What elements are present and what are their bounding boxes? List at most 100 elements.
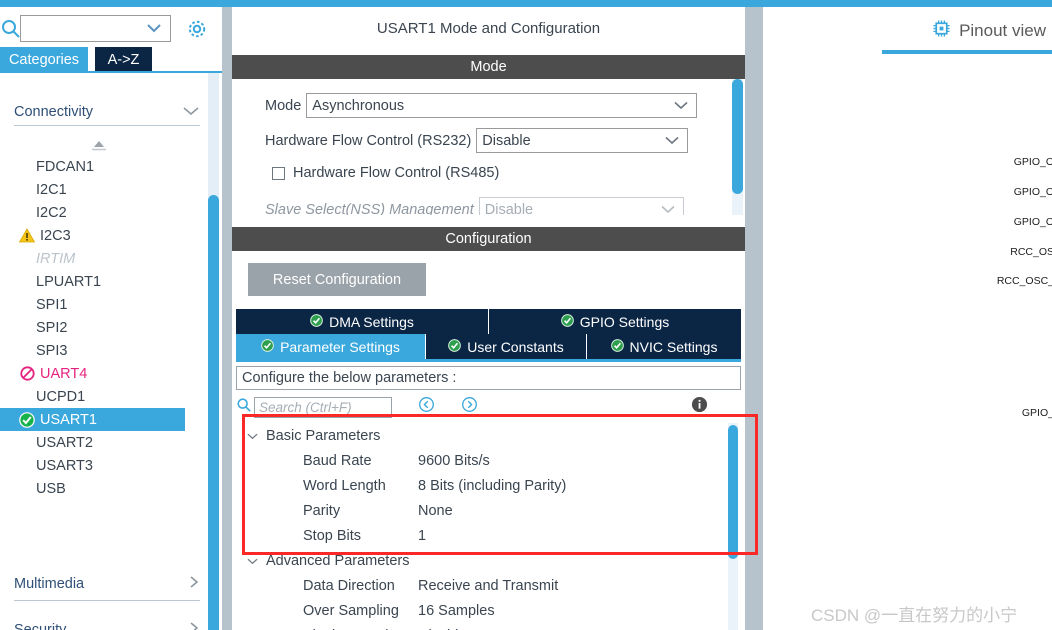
chevron-down-icon [146, 20, 162, 38]
tree-group-basic-parameters[interactable]: Basic Parameters [236, 423, 741, 448]
sidebar-section-label: Multimedia [14, 575, 85, 592]
list-item[interactable]: SPI2 [0, 316, 200, 339]
left-splitter[interactable] [222, 7, 232, 630]
sidebar-section-connectivity[interactable]: Connectivity [14, 99, 200, 126]
mode-field-row: Mode Asynchronous [265, 93, 698, 118]
chevron-right-icon [188, 620, 200, 630]
previous-match-icon[interactable] [418, 396, 435, 418]
chevron-down-icon[interactable] [247, 428, 258, 444]
sidebar-scrollbar-thumb[interactable] [208, 195, 219, 630]
param-value: 16 Samples [418, 602, 495, 619]
mode-select[interactable]: Asynchronous [306, 93, 698, 118]
list-item-label: SPI3 [36, 342, 68, 359]
param-key: Over Sampling [303, 602, 399, 619]
tab-gpio-settings-label: GPIO Settings [579, 313, 670, 330]
list-item[interactable]: UART4 [0, 362, 200, 385]
pin-label: RCC_OSC_ [996, 275, 1052, 287]
pin-label: GPIO_O [1013, 186, 1052, 198]
nss-management-label: Slave Select(NSS) Management [265, 201, 474, 216]
tab-nvic-settings[interactable]: NVIC Settings [587, 334, 741, 359]
page-title: USART1 Mode and Configuration [232, 7, 745, 50]
mode-scrollbar-thumb[interactable] [732, 79, 743, 194]
info-icon[interactable] [691, 396, 708, 418]
param-value: 1 [418, 527, 427, 544]
list-item[interactable]: LPUART1 [0, 270, 200, 293]
tab-user-constants[interactable]: User Constants [426, 334, 587, 359]
nss-management-value: Disable [484, 201, 534, 216]
hw-flow-rs485-checkbox[interactable] [272, 166, 285, 180]
parameter-search-input[interactable]: Search (Ctrl+F) [254, 396, 392, 418]
hw-flow-rs485-label: Hardware Flow Control (RS485) [293, 165, 500, 181]
param-value: Receive and Transmit [418, 577, 559, 594]
tab-pinout-view[interactable]: Pinout view [932, 19, 1046, 43]
tab-categories[interactable]: Categories [0, 47, 88, 73]
table-row[interactable]: Single Sample Disable [236, 623, 741, 630]
table-row[interactable]: Over Sampling 16 Samples [236, 598, 741, 623]
list-item[interactable]: USART2 [0, 431, 200, 454]
list-item-label: I2C2 [36, 204, 67, 221]
hw-flow-rs232-label: Hardware Flow Control (RS232) [265, 132, 472, 149]
table-row[interactable]: Baud Rate 9600 Bits/s [236, 448, 741, 473]
list-item-label: I2C1 [36, 181, 67, 198]
list-item[interactable]: SPI3 [0, 339, 200, 362]
list-item-label: LPUART1 [36, 273, 102, 290]
chevron-down-icon [674, 98, 688, 114]
hw-flow-rs232-select[interactable]: Disable [476, 128, 689, 153]
param-key: Word Length [303, 477, 386, 494]
sidebar-scroll-up-button[interactable] [88, 139, 110, 153]
table-row[interactable]: Stop Bits 1 [236, 523, 741, 548]
gear-icon[interactable] [185, 17, 209, 41]
check-circle-icon [310, 313, 323, 330]
tab-gpio-settings[interactable]: GPIO Settings [489, 309, 741, 334]
list-item[interactable]: I2C2 [0, 201, 200, 224]
peripheral-list: FDCAN1 I2C1 I2C2 I2C3 IRTIM LPUART1 SPI1… [0, 155, 200, 500]
settings-tab-row-1: DMA Settings GPIO Settings [236, 309, 741, 334]
sidebar-tab-bar: Categories A->Z [0, 47, 222, 73]
list-item-label: I2C3 [40, 227, 71, 244]
nss-management-row: Slave Select(NSS) Management Disable [265, 197, 684, 215]
tree-group-advanced-parameters[interactable]: Advanced Parameters [236, 548, 741, 573]
configuration-section-label: Configuration [445, 231, 532, 247]
list-item[interactable]: UCPD1 [0, 385, 200, 408]
tree-group-label: Advanced Parameters [266, 552, 410, 569]
sidebar-section-multimedia[interactable]: Multimedia [14, 567, 200, 601]
configuration-panel: USART1 Mode and Configuration Mode Mode … [232, 7, 745, 630]
top-accent-strip [0, 0, 1052, 7]
check-circle-icon [448, 338, 462, 355]
list-item[interactable]: FDCAN1 [0, 155, 200, 178]
warning-icon [18, 227, 36, 245]
check-circle-icon [261, 338, 274, 355]
list-item[interactable]: USART3 [0, 454, 200, 477]
table-row[interactable]: Data Direction Receive and Transmit [236, 573, 741, 598]
configure-hint-bar: Configure the below parameters : [236, 366, 741, 390]
list-item[interactable]: I2C3 [0, 224, 200, 247]
list-item-label: FDCAN1 [36, 158, 95, 175]
parameter-tree: Basic Parameters Baud Rate 9600 Bits/s W… [236, 423, 741, 630]
configuration-section-header: Configuration [232, 227, 745, 251]
sidebar-search-input[interactable] [20, 15, 171, 42]
chevron-down-icon[interactable] [247, 553, 258, 569]
check-circle-icon [560, 313, 574, 330]
chip-icon [932, 19, 951, 43]
hw-flow-rs485-checkbox-row[interactable]: Hardware Flow Control (RS485) [272, 165, 499, 181]
tab-a-to-z[interactable]: A->Z [95, 47, 152, 73]
right-splitter[interactable] [745, 7, 763, 630]
table-row[interactable]: Parity None [236, 498, 741, 523]
list-item[interactable]: USB [0, 477, 200, 500]
reset-configuration-button[interactable]: Reset Configuration [248, 263, 426, 296]
hw-flow-rs232-row: Hardware Flow Control (RS232) Disable [265, 128, 689, 153]
settings-tab-group: DMA Settings GPIO Settings Parameter Set… [236, 309, 741, 362]
sidebar-section-security[interactable]: Security [14, 613, 200, 630]
sidebar-item-usart1[interactable]: USART1 [0, 408, 185, 431]
chevron-down-icon [665, 133, 679, 149]
tab-parameter-settings[interactable]: Parameter Settings [236, 334, 426, 359]
list-item[interactable]: I2C1 [0, 178, 200, 201]
pin-label: GPIO_O [1013, 156, 1052, 168]
tab-dma-settings[interactable]: DMA Settings [236, 309, 489, 334]
parameter-tree-scrollbar-thumb[interactable] [728, 425, 738, 559]
next-match-icon[interactable] [461, 396, 478, 418]
page-title-text: USART1 Mode and Configuration [376, 20, 601, 37]
table-row[interactable]: Word Length 8 Bits (including Parity) [236, 473, 741, 498]
list-item[interactable]: SPI1 [0, 293, 200, 316]
sidebar-tab-underline [0, 71, 222, 73]
